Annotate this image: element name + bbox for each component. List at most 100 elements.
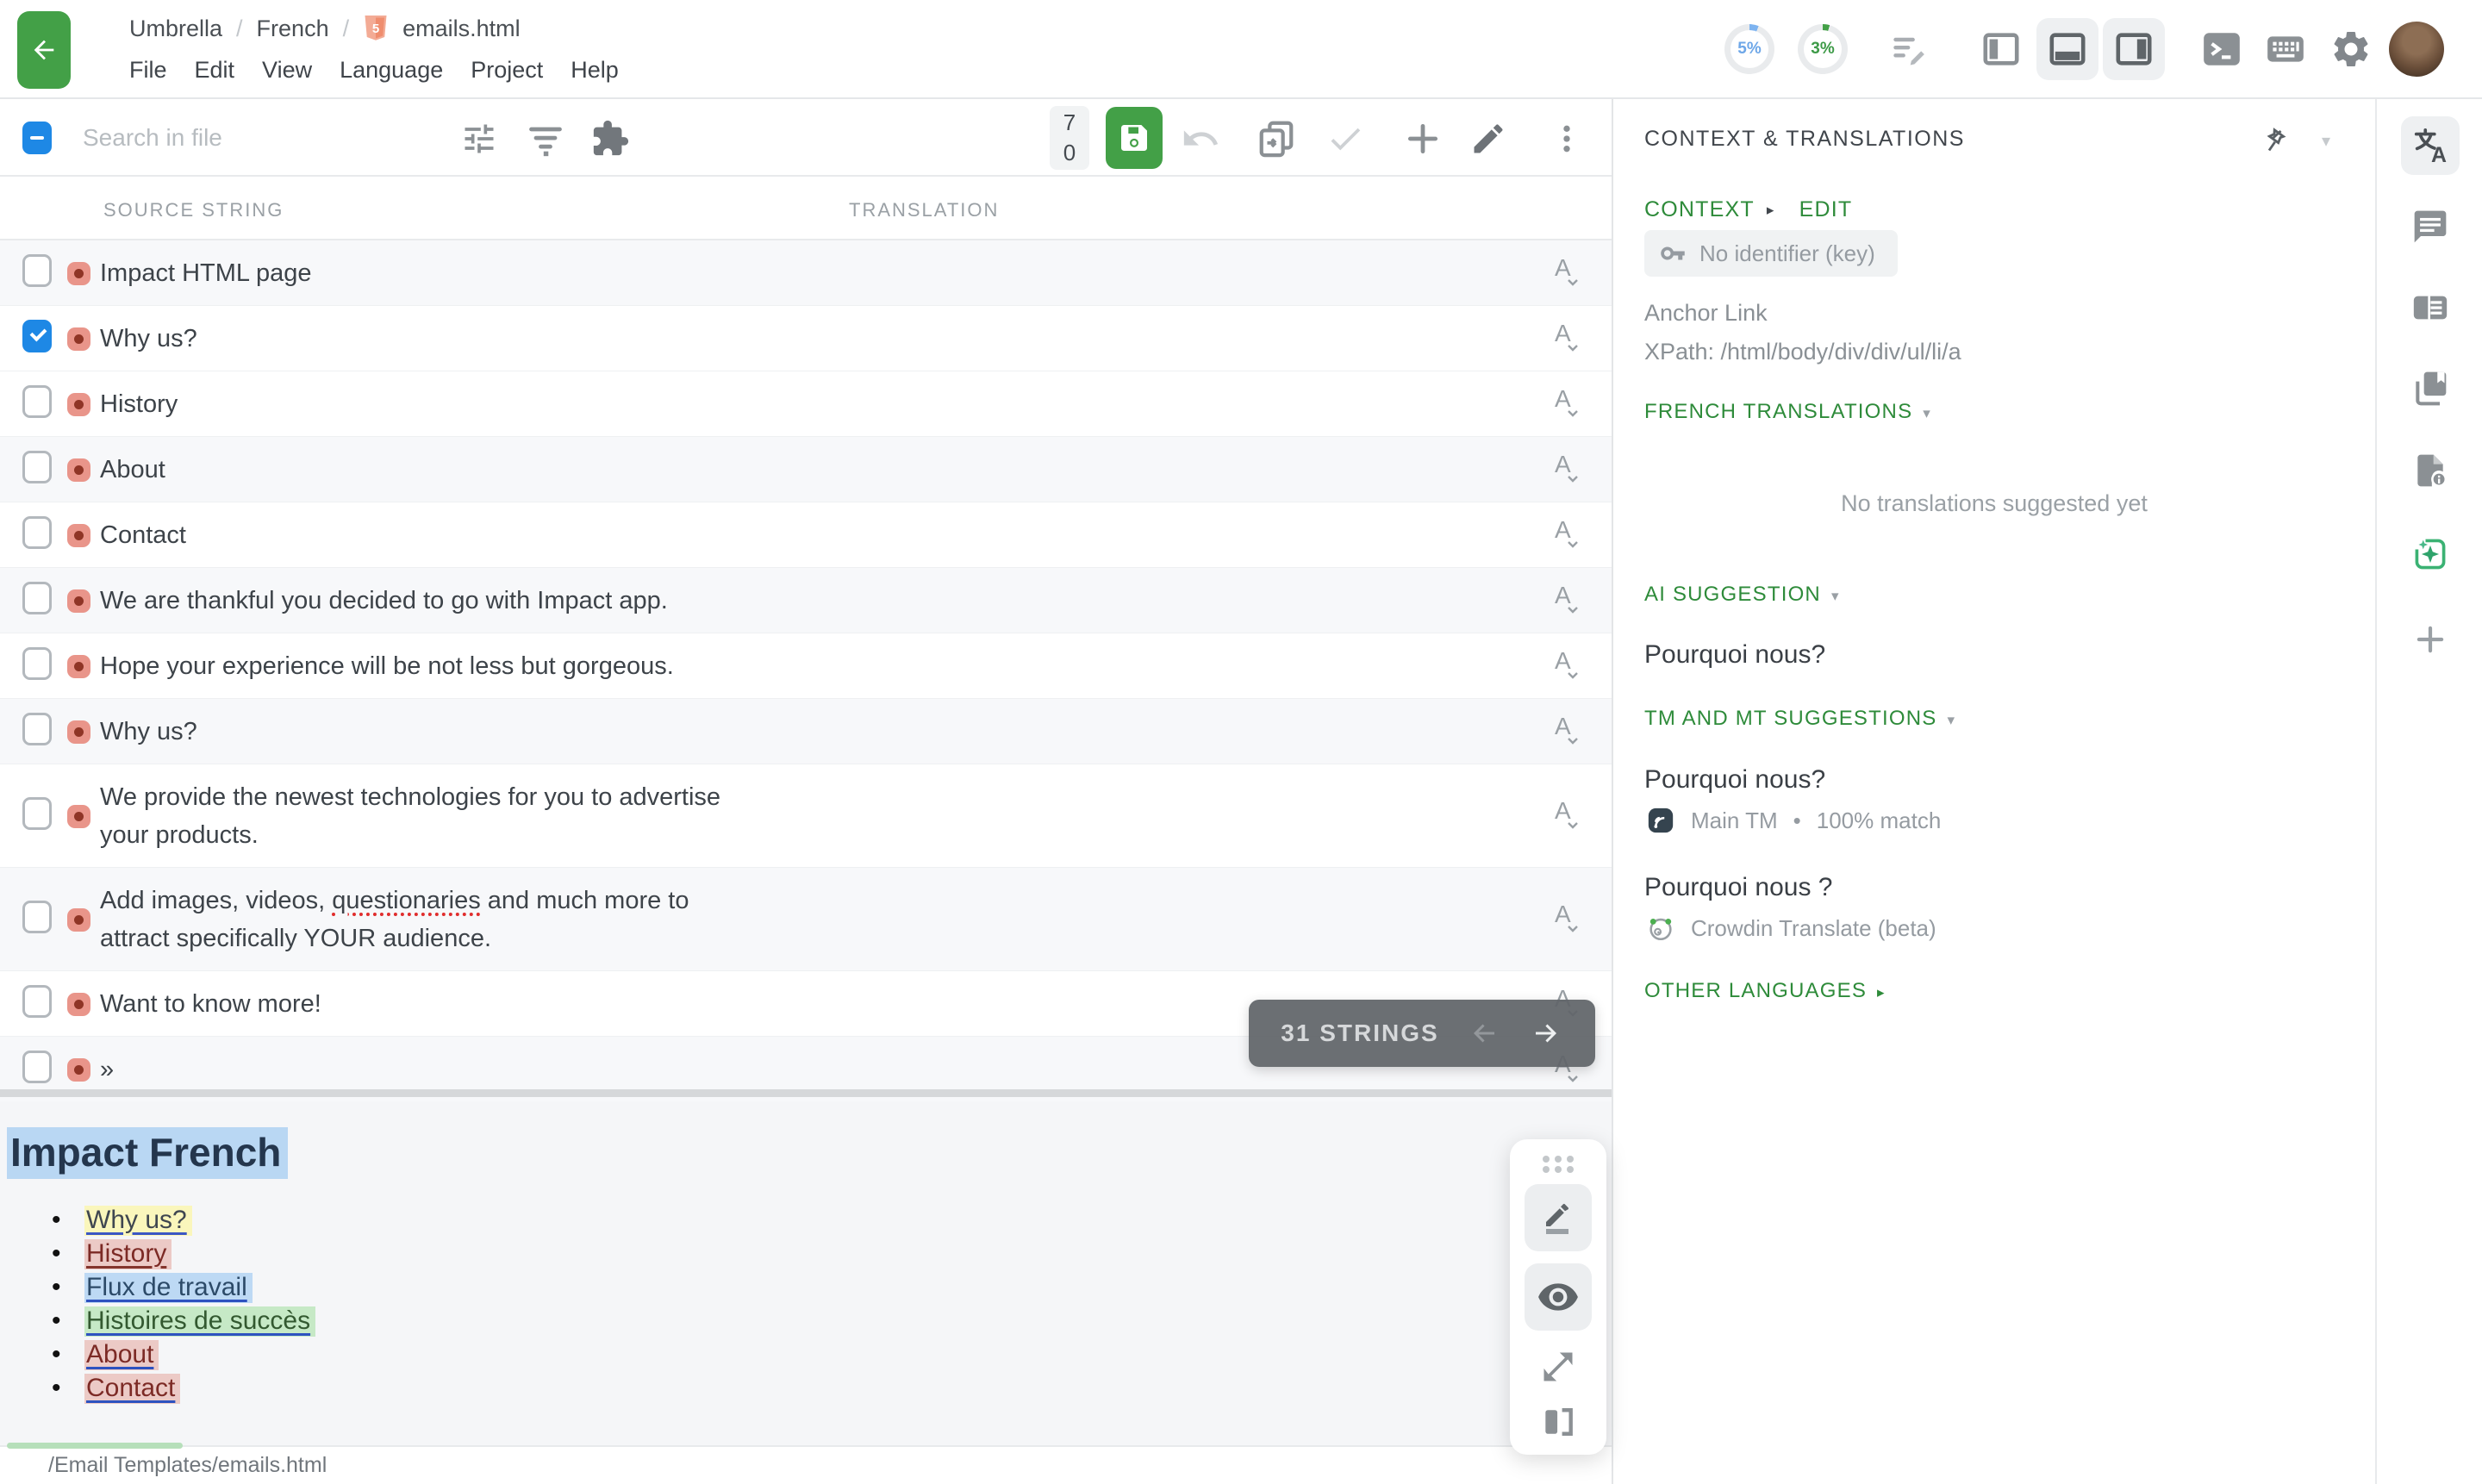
horizontal-scrollbar[interactable] [0, 1089, 1612, 1097]
preview-link[interactable]: History [84, 1239, 171, 1269]
translate-string-icon[interactable] [1550, 795, 1587, 837]
select-all-checkbox[interactable] [22, 122, 52, 154]
translated-progress-ring[interactable]: 5% [1724, 24, 1774, 74]
ai-suggestion-text[interactable]: Pourquoi nous? [1644, 640, 1825, 670]
copy-source-icon[interactable] [1257, 119, 1296, 159]
approve-check-icon[interactable] [1325, 119, 1365, 159]
source-string[interactable]: Why us? [100, 713, 197, 751]
table-row[interactable]: Why us? [0, 699, 1612, 764]
translate-string-icon[interactable] [1550, 383, 1587, 425]
translate-string-icon[interactable] [1550, 253, 1587, 294]
preview-link[interactable]: Contact [84, 1374, 180, 1404]
menu-help[interactable]: Help [571, 57, 619, 84]
panel-collapse-icon[interactable]: ▾ [2322, 130, 2330, 151]
translate-string-icon[interactable] [1550, 645, 1587, 687]
menu-file[interactable]: File [129, 57, 167, 84]
column-translation[interactable]: TRANSLATION [849, 199, 999, 221]
translate-string-icon[interactable] [1550, 899, 1587, 940]
table-row[interactable]: Contact [0, 502, 1612, 568]
column-source[interactable]: SOURCE STRING [103, 199, 284, 221]
table-row[interactable]: About [0, 437, 1612, 502]
save-button[interactable] [1106, 107, 1163, 169]
split-view-icon[interactable] [1532, 1401, 1584, 1443]
source-string[interactable]: Impact HTML page [100, 254, 312, 292]
string-info-tab-icon[interactable] [2401, 278, 2460, 337]
edit-string-icon[interactable] [1469, 119, 1508, 159]
user-avatar[interactable] [2389, 22, 2444, 77]
filter-strings-icon[interactable] [526, 119, 565, 159]
filter-settings-icon[interactable] [459, 119, 499, 159]
back-button[interactable] [17, 11, 71, 89]
source-string[interactable]: Hope your experience will be not less bu… [100, 647, 674, 685]
highlight-edit-button[interactable] [1525, 1184, 1592, 1251]
row-checkbox[interactable] [22, 1051, 52, 1083]
breadcrumb-language[interactable]: French [257, 16, 329, 42]
previous-page-icon[interactable] [1467, 1016, 1501, 1051]
console-icon[interactable] [2198, 25, 2246, 73]
row-checkbox[interactable] [22, 451, 52, 483]
add-panel-tab-icon[interactable] [2401, 610, 2460, 669]
tab-context[interactable]: CONTEXT [1644, 197, 1755, 222]
translations-tab-icon[interactable]: A [2401, 116, 2460, 175]
section-other-languages[interactable]: OTHER LANGUAGES▸ [1644, 979, 1886, 1003]
comments-tab-icon[interactable] [2401, 197, 2460, 256]
preview-visibility-button[interactable] [1525, 1263, 1592, 1331]
source-string[interactable]: Why us? [100, 320, 197, 358]
row-checkbox[interactable] [22, 713, 52, 745]
drag-handle-icon[interactable] [1538, 1153, 1578, 1175]
table-row[interactable]: Hope your experience will be not less bu… [0, 633, 1612, 699]
add-string-icon[interactable] [1403, 119, 1443, 159]
source-string[interactable]: History [100, 385, 178, 423]
table-row[interactable]: We are thankful you decided to go with I… [0, 568, 1612, 633]
keyboard-shortcuts-icon[interactable] [2261, 25, 2310, 73]
notes-edit-icon[interactable] [1889, 28, 1930, 70]
source-string[interactable]: We provide the newest technologies for y… [100, 778, 759, 854]
table-row[interactable]: Impact HTML page [0, 240, 1612, 306]
translate-string-icon[interactable] [1550, 318, 1587, 359]
table-row-selected[interactable]: Why us? [0, 306, 1612, 371]
source-string[interactable]: » [100, 1051, 114, 1088]
approved-progress-ring[interactable]: 3% [1798, 24, 1848, 74]
layout-bottom-panel-button[interactable] [2036, 18, 2098, 80]
next-page-icon[interactable] [1529, 1016, 1563, 1051]
section-ai-suggestion[interactable]: AI SUGGESTION▾ [1644, 583, 1840, 607]
row-checkbox[interactable] [22, 901, 52, 933]
layout-right-panel-button[interactable] [2103, 18, 2165, 80]
translate-string-icon[interactable] [1550, 449, 1587, 490]
glossary-tab-icon[interactable] [2401, 359, 2460, 417]
row-checkbox[interactable] [22, 385, 52, 418]
translate-string-icon[interactable] [1550, 711, 1587, 752]
menu-view[interactable]: View [262, 57, 312, 84]
section-french-translations[interactable]: FRENCH TRANSLATIONS▾ [1644, 400, 1931, 424]
row-checkbox[interactable] [22, 985, 52, 1018]
tab-edit[interactable]: EDIT [1799, 197, 1853, 222]
menu-edit[interactable]: Edit [195, 57, 235, 84]
source-string[interactable]: We are thankful you decided to go with I… [100, 582, 668, 620]
translate-string-icon[interactable] [1550, 580, 1587, 621]
translate-string-icon[interactable] [1550, 514, 1587, 556]
table-row[interactable]: Add images, videos, questionaries and mu… [0, 868, 1612, 971]
settings-gear-icon[interactable] [2327, 25, 2375, 73]
table-row[interactable]: We provide the newest technologies for y… [0, 764, 1612, 868]
source-string[interactable]: About [100, 451, 165, 489]
plugins-puzzle-icon[interactable] [590, 119, 630, 159]
row-checkbox-checked[interactable] [22, 320, 52, 352]
breadcrumb-file[interactable]: emails.html [402, 16, 521, 42]
source-string[interactable]: Want to know more! [100, 985, 321, 1023]
search-input[interactable] [83, 116, 419, 159]
ai-assistant-tab-icon[interactable] [2401, 525, 2460, 583]
source-string[interactable]: Contact [100, 516, 186, 554]
table-row[interactable]: History [0, 371, 1612, 437]
expand-preview-icon[interactable] [1532, 1346, 1584, 1387]
source-string[interactable]: Add images, videos, questionaries and mu… [100, 882, 759, 957]
more-options-icon[interactable] [1548, 119, 1586, 159]
menu-project[interactable]: Project [471, 57, 543, 84]
file-context-tab-icon[interactable] [2401, 441, 2460, 500]
section-tm-mt-suggestions[interactable]: TM AND MT SUGGESTIONS▾ [1644, 707, 1955, 731]
preview-link[interactable]: About [84, 1340, 159, 1370]
row-checkbox[interactable] [22, 582, 52, 614]
breadcrumb-project[interactable]: Umbrella [129, 16, 222, 42]
preview-link[interactable]: Why us? [84, 1206, 192, 1236]
undo-icon[interactable] [1181, 119, 1220, 159]
row-checkbox[interactable] [22, 254, 52, 287]
